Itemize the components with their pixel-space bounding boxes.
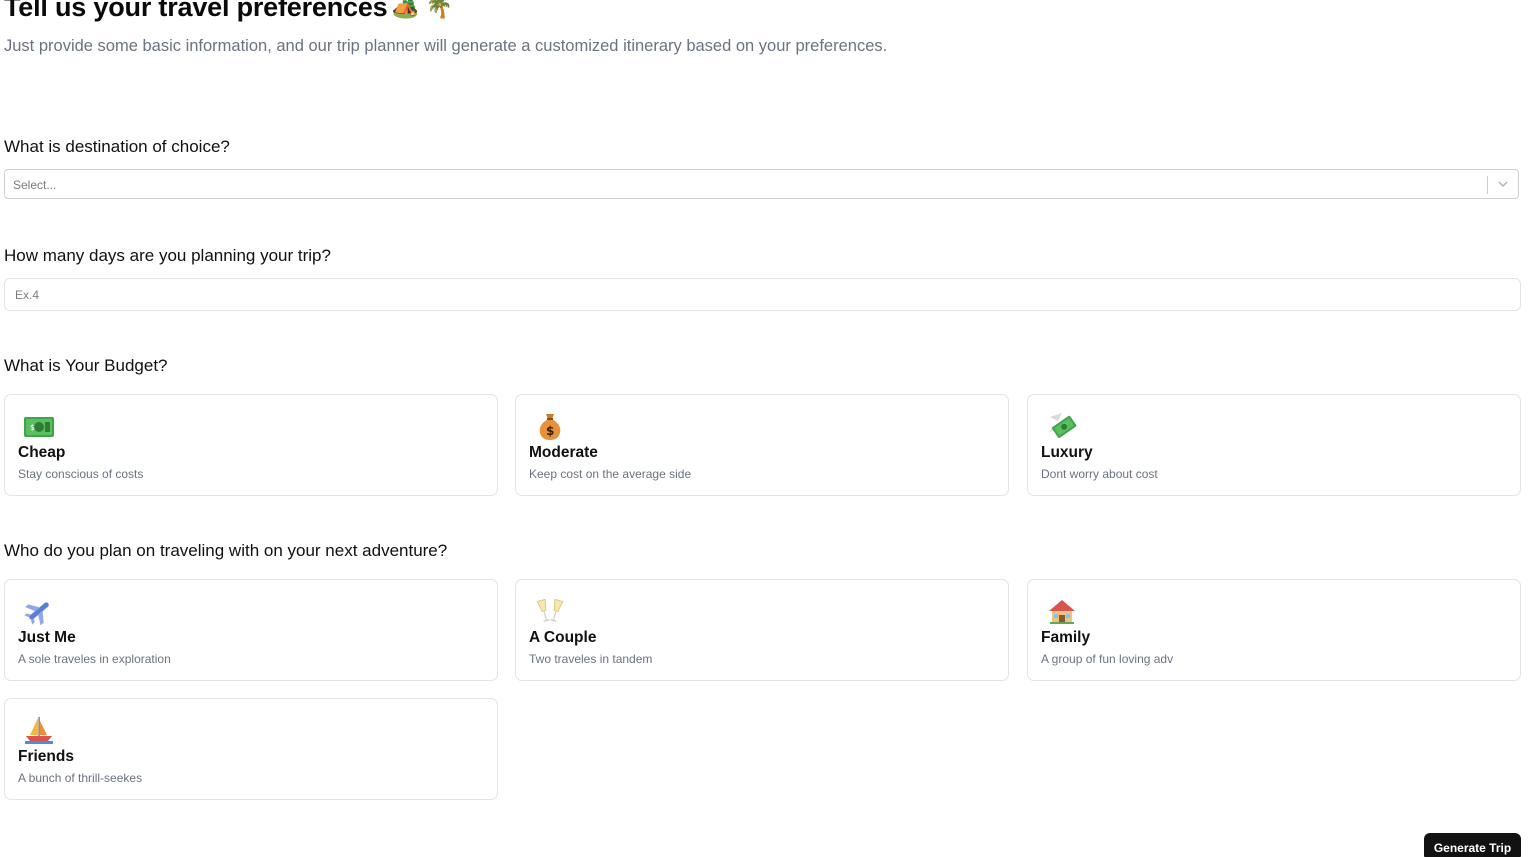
traveler-option-desc: A group of fun loving adv	[1041, 652, 1174, 666]
budget-option-cheap[interactable]: $ Cheap Stay conscious of costs	[4, 394, 498, 496]
dollar-banknote-icon: $	[24, 417, 54, 437]
traveler-option-desc: A sole traveles in exploration	[18, 652, 171, 666]
select-separator	[1487, 176, 1488, 194]
budget-option-desc: Dont worry about cost	[1041, 467, 1158, 481]
budget-option-desc: Stay conscious of costs	[18, 467, 144, 481]
generate-trip-button[interactable]: Generate Trip	[1424, 833, 1521, 857]
travelers-question: Who do you plan on traveling with on you…	[4, 541, 448, 560]
traveler-option-desc: Two traveles in tandem	[529, 652, 653, 666]
days-input[interactable]	[4, 278, 1521, 311]
traveler-option-a-couple[interactable]: A Couple Two traveles in tandem	[515, 579, 1009, 681]
page-title-text: Tell us your travel preferences	[4, 0, 388, 22]
traveler-option-title: A Couple	[529, 629, 597, 646]
svg-text:$: $	[546, 424, 554, 438]
traveler-option-title: Friends	[18, 748, 74, 765]
budget-option-desc: Keep cost on the average side	[529, 467, 692, 481]
traveler-option-desc: A bunch of thrill-seekes	[18, 771, 143, 785]
destination-select[interactable]: Select...	[4, 169, 1519, 199]
money-with-wings-icon	[1048, 413, 1077, 438]
svg-text:$: $	[30, 423, 35, 432]
sailboat-icon	[25, 717, 53, 744]
camping-palm-emojis: 🏕️ 🌴	[391, 0, 453, 20]
clinking-glasses-icon	[536, 598, 564, 622]
chevron-down-icon[interactable]	[1496, 177, 1510, 191]
budget-option-title: Moderate	[529, 444, 598, 461]
traveler-option-family[interactable]: Family A group of fun loving adv	[1027, 579, 1521, 681]
days-question: How many days are you planning your trip…	[4, 246, 331, 265]
traveler-option-title: Just Me	[18, 629, 76, 646]
trip-preferences-page: Tell us your travel preferences 🏕️ 🌴 Jus…	[0, 0, 1528, 857]
destination-select-placeholder: Select...	[13, 178, 57, 192]
destination-question: What is destination of choice?	[4, 137, 230, 156]
page-title: Tell us your travel preferences 🏕️ 🌴	[4, 0, 453, 23]
airplane-icon	[24, 602, 49, 626]
budget-option-moderate[interactable]: $ Moderate Keep cost on the average side	[515, 394, 1009, 496]
house-icon	[1049, 600, 1075, 624]
budget-question: What is Your Budget?	[4, 356, 168, 375]
page-subtitle: Just provide some basic information, and…	[4, 37, 888, 55]
budget-option-luxury[interactable]: Luxury Dont worry about cost	[1027, 394, 1521, 496]
traveler-option-friends[interactable]: Friends A bunch of thrill-seekes	[4, 698, 498, 800]
traveler-option-just-me[interactable]: Just Me A sole traveles in exploration	[4, 579, 498, 681]
budget-option-title: Luxury	[1041, 444, 1093, 461]
money-bag-icon: $	[539, 414, 561, 440]
traveler-option-title: Family	[1041, 629, 1091, 646]
budget-option-title: Cheap	[18, 444, 66, 461]
